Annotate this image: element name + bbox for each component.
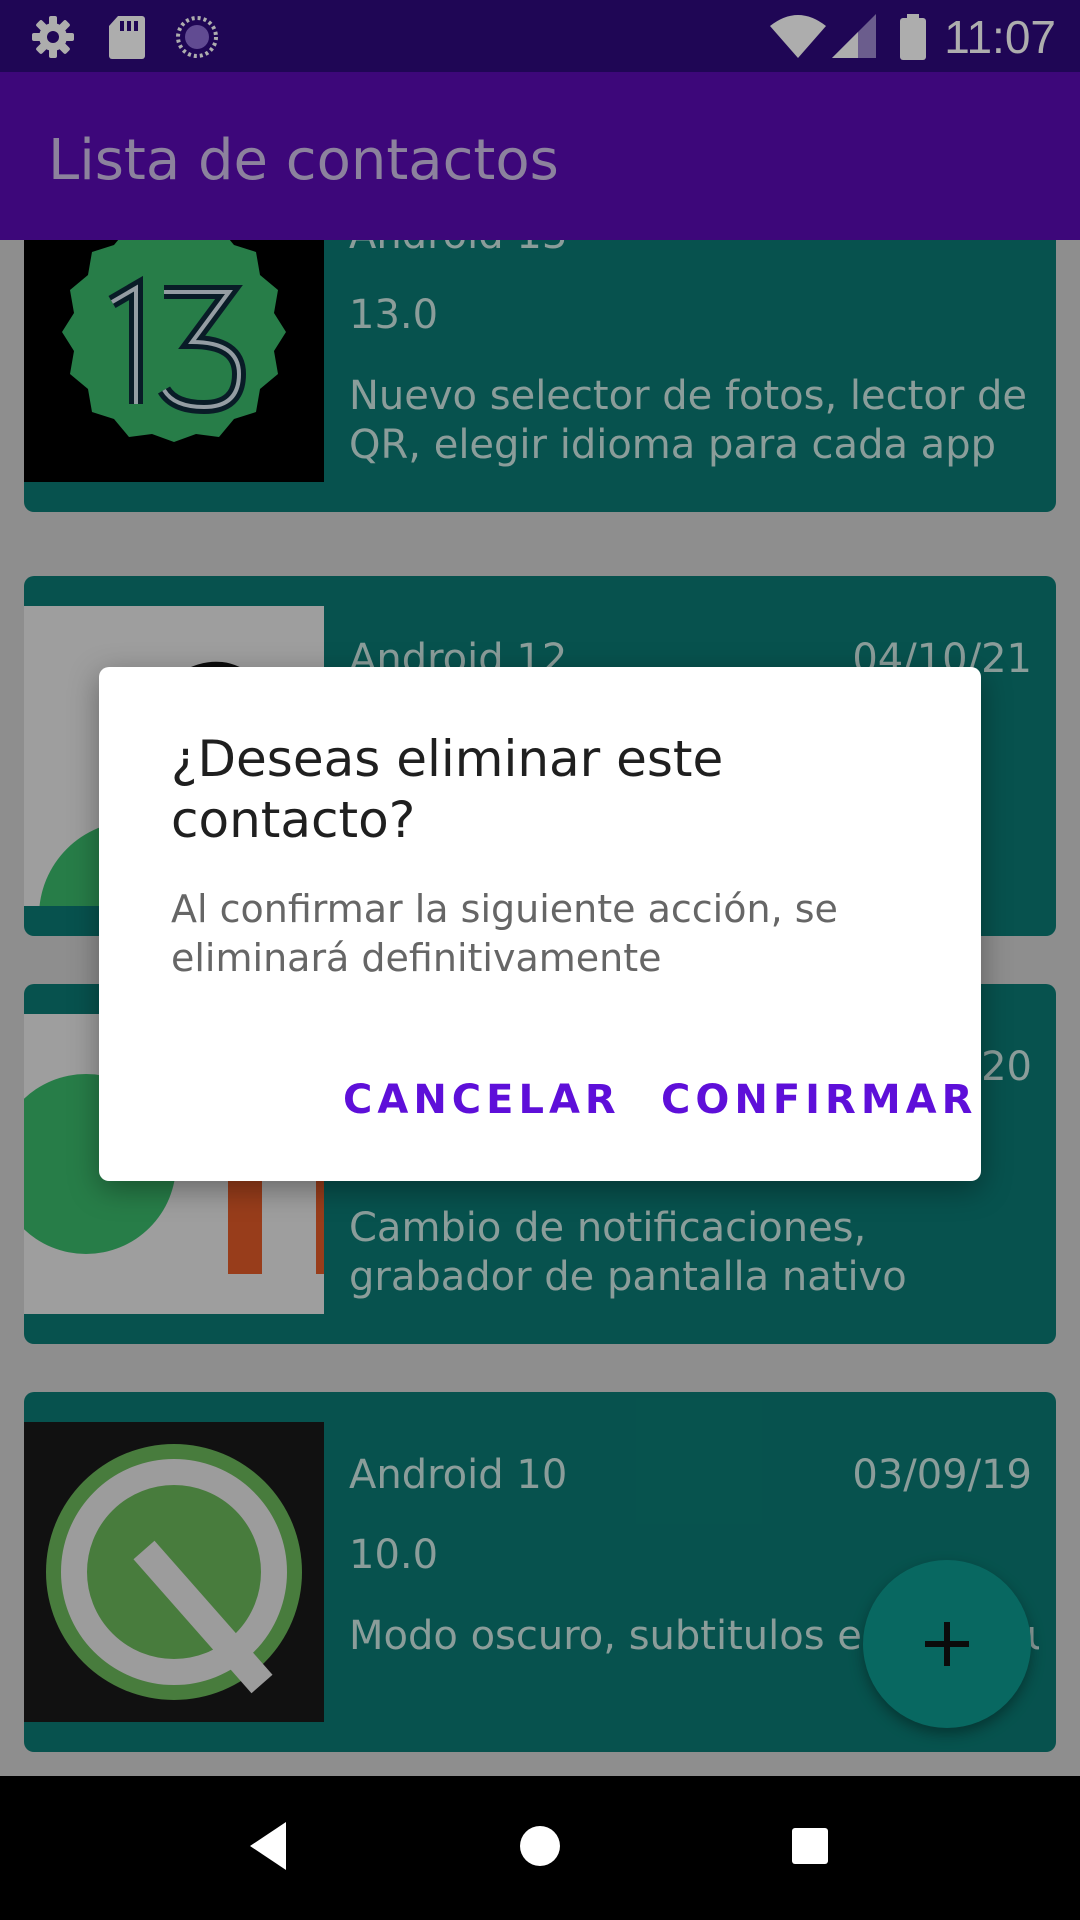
dialog-message: Al confirmar la siguiente acción, se eli… [171, 887, 838, 980]
dialog-title: ¿Deseas eliminar este contacto? [171, 730, 724, 849]
home-icon[interactable] [518, 1820, 562, 1872]
recents-icon[interactable] [790, 1820, 830, 1872]
navigation-bar [0, 1776, 1080, 1920]
back-icon[interactable] [248, 1820, 288, 1872]
confirm-button[interactable]: CONFIRMAR [661, 1077, 977, 1123]
cancel-button[interactable]: CANCELAR [343, 1077, 621, 1123]
delete-confirmation-dialog: ¿Deseas eliminar este contacto? Al confi… [99, 667, 981, 1181]
